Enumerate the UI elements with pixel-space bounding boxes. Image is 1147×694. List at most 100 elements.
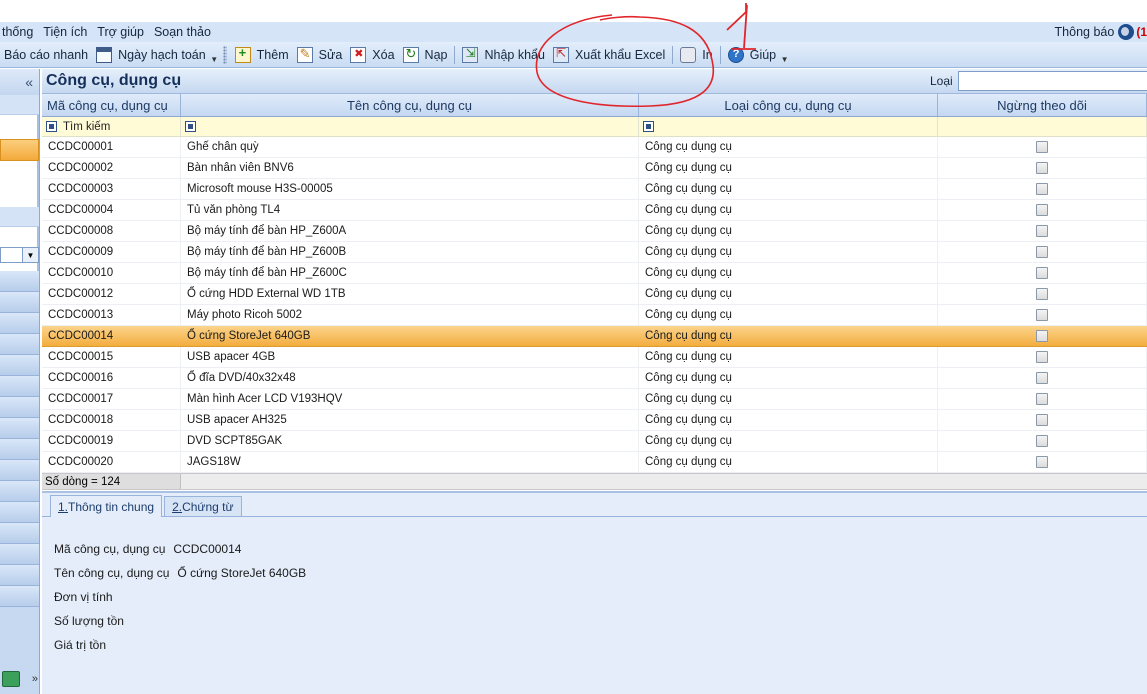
notifications[interactable]: Thông báo (1 bbox=[1055, 22, 1147, 42]
inactive-checkbox[interactable] bbox=[1036, 204, 1048, 216]
tab-general-info-key: 1. bbox=[58, 499, 69, 514]
nav-item[interactable] bbox=[0, 115, 39, 139]
nav-section[interactable] bbox=[0, 95, 39, 115]
nav-module[interactable] bbox=[0, 418, 39, 439]
nav-module[interactable] bbox=[0, 523, 39, 544]
table-row[interactable]: CCDC00015 USB apacer 4GB Công cụ dụng cụ bbox=[42, 347, 1147, 368]
table-row[interactable]: CCDC00017 Màn hình Acer LCD V193HQV Công c… bbox=[42, 389, 1147, 410]
column-header-name[interactable]: Tên công cụ, dụng cụ bbox=[181, 94, 639, 116]
cell-inactive bbox=[938, 347, 1147, 367]
nav-combo[interactable]: ▼ bbox=[0, 247, 39, 263]
column-header-type[interactable]: Loại công cụ, dụng cụ bbox=[639, 94, 938, 116]
nav-item[interactable] bbox=[0, 227, 39, 247]
menu-utilities[interactable]: Tiện ích bbox=[38, 25, 92, 39]
filter-operator-icon[interactable] bbox=[643, 121, 654, 132]
inactive-checkbox[interactable] bbox=[1036, 435, 1048, 447]
table-row[interactable]: CCDC00012 Ổ cứng HDD External WD 1TB Công … bbox=[42, 284, 1147, 305]
tab-vouchers[interactable]: 2. Chứng từ bbox=[164, 496, 242, 516]
inactive-checkbox[interactable] bbox=[1036, 456, 1048, 468]
nav-module[interactable] bbox=[0, 502, 39, 523]
print-button[interactable]: In bbox=[676, 44, 716, 66]
nav-module[interactable] bbox=[0, 565, 39, 586]
filter-cell-type[interactable] bbox=[639, 117, 938, 136]
module-shortcut-icon[interactable] bbox=[2, 671, 20, 687]
filter-operator-icon[interactable] bbox=[46, 121, 57, 132]
nav-module[interactable] bbox=[0, 439, 39, 460]
inactive-checkbox[interactable] bbox=[1036, 141, 1048, 153]
table-row[interactable]: CCDC00013 Máy photo Ricoh 5002 Công cụ dụn… bbox=[42, 305, 1147, 326]
table-row[interactable]: CCDC00019 DVD SCPT85GAK Công cụ dụng cụ bbox=[42, 431, 1147, 452]
cell-name: JAGS18W bbox=[181, 452, 639, 472]
inactive-checkbox[interactable] bbox=[1036, 162, 1048, 174]
import-button[interactable]: Nhập khẩu bbox=[458, 44, 548, 66]
table-row[interactable]: CCDC00001 Ghế chân quỳ Công cụ dụng cụ bbox=[42, 137, 1147, 158]
nav-module[interactable] bbox=[0, 355, 39, 376]
filter-operator-icon[interactable] bbox=[185, 121, 196, 132]
inactive-checkbox[interactable] bbox=[1036, 309, 1048, 321]
reload-button[interactable]: Nạp bbox=[399, 44, 452, 66]
edit-button[interactable]: Sửa bbox=[293, 44, 347, 66]
menu-system[interactable]: thống bbox=[0, 25, 38, 39]
detail-field-stock-qty: Số lượng tồn bbox=[54, 609, 1147, 633]
field-value: Ổ cứng StoreJet 640GB bbox=[177, 566, 307, 580]
filter-cell-name[interactable] bbox=[181, 117, 639, 136]
nav-module[interactable] bbox=[0, 544, 39, 565]
nav-module[interactable] bbox=[0, 271, 39, 292]
nav-module[interactable] bbox=[0, 334, 39, 355]
inactive-checkbox[interactable] bbox=[1036, 393, 1048, 405]
collapse-panel-button[interactable]: « bbox=[0, 69, 39, 95]
nav-module[interactable] bbox=[0, 376, 39, 397]
table-row[interactable]: CCDC00020 JAGS18W Công cụ dụng cụ bbox=[42, 452, 1147, 473]
nav-module[interactable] bbox=[0, 313, 39, 334]
table-row[interactable]: CCDC00016 Ổ đĩa DVD/40x32x48 Công cụ dụng … bbox=[42, 368, 1147, 389]
column-header-code[interactable]: Mã công cụ, dụng cụ bbox=[42, 94, 181, 116]
menu-compose[interactable]: Soạn thảo bbox=[149, 25, 216, 39]
type-filter-input[interactable] bbox=[958, 71, 1147, 91]
inactive-checkbox[interactable] bbox=[1036, 267, 1048, 279]
posting-date-button[interactable]: Ngày hạch toán bbox=[92, 44, 210, 66]
table-row[interactable]: CCDC00018 USB apacer AH325 Công cụ dụng cụ bbox=[42, 410, 1147, 431]
export-excel-button[interactable]: Xuất khẩu Excel bbox=[549, 44, 669, 66]
table-row[interactable]: CCDC00003 Microsoft mouse H3S-00005 Công c… bbox=[42, 179, 1147, 200]
nav-module[interactable] bbox=[0, 586, 39, 607]
nav-section[interactable] bbox=[0, 207, 39, 227]
inactive-checkbox[interactable] bbox=[1036, 414, 1048, 426]
inactive-checkbox[interactable] bbox=[1036, 372, 1048, 384]
table-row[interactable]: CCDC00002 Bàn nhân viên BNV6 Công cụ dụng … bbox=[42, 158, 1147, 179]
nav-module[interactable] bbox=[0, 292, 39, 313]
nav-item[interactable] bbox=[0, 161, 39, 207]
filter-cell-inactive[interactable] bbox=[938, 117, 1147, 136]
nav-module[interactable] bbox=[0, 481, 39, 502]
nav-module[interactable] bbox=[0, 397, 39, 418]
export-excel-label: Xuất khẩu Excel bbox=[574, 47, 666, 62]
nav-module[interactable] bbox=[0, 460, 39, 481]
more-icon[interactable]: » bbox=[32, 673, 38, 685]
table-row[interactable]: CCDC00014 Ổ cứng StoreJet 640GB Công cụ dụ… bbox=[42, 326, 1147, 347]
cell-name: Tủ văn phòng TL4 bbox=[181, 200, 639, 220]
quick-report-button[interactable]: Báo cáo nhanh bbox=[0, 44, 92, 66]
inactive-checkbox[interactable] bbox=[1036, 183, 1048, 195]
table-row[interactable]: CCDC00010 Bộ máy tính để bàn HP_Z600C Công… bbox=[42, 263, 1147, 284]
cell-code: CCDC00015 bbox=[42, 347, 181, 367]
inactive-checkbox[interactable] bbox=[1036, 225, 1048, 237]
toolbar-grip[interactable] bbox=[222, 45, 227, 64]
toolbar-options-dropdown[interactable]: ▼ bbox=[780, 46, 789, 64]
table-row[interactable]: CCDC00004 Tủ văn phòng TL4 Công cụ dụng cụ bbox=[42, 200, 1147, 221]
add-button[interactable]: Thêm bbox=[231, 44, 293, 66]
inactive-checkbox[interactable] bbox=[1036, 288, 1048, 300]
toolbar-overflow-dropdown[interactable]: ▼ bbox=[210, 46, 219, 64]
table-row[interactable]: CCDC00008 Bộ máy tính để bàn HP_Z600A Công… bbox=[42, 221, 1147, 242]
inactive-checkbox[interactable] bbox=[1036, 330, 1048, 342]
help-button[interactable]: Giúp bbox=[724, 44, 780, 66]
print-label: In bbox=[702, 47, 713, 62]
nav-item-active[interactable] bbox=[0, 139, 39, 161]
menu-help[interactable]: Trợ giúp bbox=[92, 25, 149, 39]
tab-general-info[interactable]: 1. Thông tin chung bbox=[50, 495, 163, 517]
delete-button[interactable]: Xóa bbox=[346, 44, 398, 66]
inactive-checkbox[interactable] bbox=[1036, 351, 1048, 363]
filter-cell-code[interactable]: Tìm kiếm bbox=[42, 117, 181, 136]
cell-code: CCDC00009 bbox=[42, 242, 181, 262]
table-row[interactable]: CCDC00009 Bộ máy tính để bàn HP_Z600B Công… bbox=[42, 242, 1147, 263]
inactive-checkbox[interactable] bbox=[1036, 246, 1048, 258]
column-header-inactive[interactable]: Ngừng theo dõi bbox=[938, 94, 1147, 116]
